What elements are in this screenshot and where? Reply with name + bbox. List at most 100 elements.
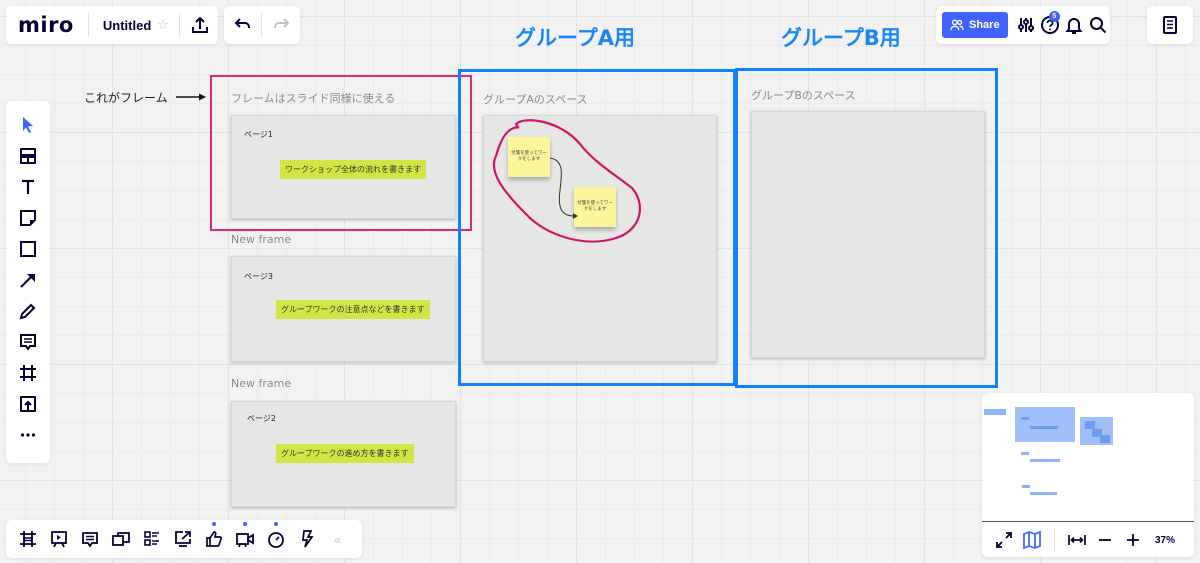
frame-note[interactable]: ワークショップ全体の流れを書きます [280,160,426,179]
bell-icon [1065,18,1083,34]
presentation-icon [50,531,67,548]
lightning-icon [301,530,314,548]
frame-tool[interactable] [12,357,44,388]
timer-button[interactable] [260,522,291,555]
comments-icon [81,532,98,548]
collapse-toolbar-button[interactable]: « [322,523,353,555]
text-icon [22,179,34,194]
group-a-heading[interactable]: グループA用 [515,22,635,52]
cursor-icon [23,116,33,133]
group-b-heading[interactable]: グループB用 [781,22,901,52]
undo-icon [234,18,250,28]
minimap-item [1030,426,1058,429]
more-tools-button[interactable] [12,419,44,450]
upload-icon [191,16,208,33]
minimap-item [1021,452,1029,455]
text-tool[interactable] [12,171,44,202]
comments-button[interactable] [74,523,105,555]
cards-icon [111,532,130,546]
select-tool[interactable] [12,109,44,140]
creation-toolbar [6,101,50,463]
board-header: miro Untitled ☆ [6,6,218,44]
redo-icon [274,18,290,28]
frame-title[interactable]: New frame [231,377,291,390]
star-icon[interactable]: ☆ [157,17,169,33]
frames-button[interactable] [12,523,43,555]
document-icon [1163,16,1177,34]
zoom-controls: 37% [982,521,1194,558]
frame-icon [20,364,36,381]
share-button[interactable]: Share [942,12,1008,38]
video-camera-icon [235,533,254,548]
frame-page-3[interactable]: ページ3 グループワークの注意点などを書きます [231,256,456,362]
presentation-button[interactable] [43,523,74,555]
annotation-arrow-icon [176,93,206,101]
fit-width-icon [1068,535,1086,545]
board-title[interactable]: Untitled [103,18,151,33]
pen-tool[interactable] [12,295,44,326]
video-chat-button[interactable] [229,522,260,555]
zoom-in-button[interactable] [1119,524,1147,556]
notes-button[interactable] [1154,9,1186,41]
frame-note[interactable]: グループワークの進め方を書きます [276,444,414,463]
frame-title[interactable]: New frame [231,233,291,246]
comment-tool[interactable] [12,326,44,357]
collaboration-bar: Share 5 [936,6,1110,44]
miro-logo[interactable]: miro [18,13,74,37]
sticky-note-icon [20,209,36,226]
comment-icon [20,333,36,351]
minimap-item [1085,421,1095,429]
page-label: ページ1 [244,130,273,139]
frame-page-2[interactable]: ページ2 グループワークの進め方を書きます [231,401,456,507]
cards-button[interactable] [105,523,136,555]
sticky-note-tool[interactable] [12,202,44,233]
notifications-button[interactable] [1062,9,1086,41]
zoom-out-button[interactable] [1091,524,1119,556]
group-b-frame[interactable] [751,111,985,358]
redo-button[interactable] [266,9,298,41]
kanban-button[interactable] [136,523,167,555]
screen-share-icon [174,531,191,547]
frame-page-1[interactable]: ページ1 ワークショップ全体の流れを書きます [231,115,456,219]
fullscreen-button[interactable] [990,524,1018,556]
list-icon [143,531,159,546]
fit-to-screen-button[interactable] [1063,524,1091,556]
notification-badge: 5 [1048,11,1060,22]
share-label: Share [969,19,1000,31]
settings-button[interactable] [1014,9,1038,41]
connection-line-tool[interactable] [12,264,44,295]
group-b-frame-title[interactable]: グループBのスペース [751,87,856,103]
shape-tool[interactable] [12,233,44,264]
notes-panel [1147,6,1193,44]
upload-icon [20,395,36,412]
undo-button[interactable] [226,9,258,41]
zoom-level[interactable]: 37% [1155,535,1175,546]
search-button[interactable] [1086,9,1110,41]
activity-dot [211,522,216,526]
integrations-button[interactable] [291,523,322,555]
templates-tool[interactable] [12,140,44,171]
timer-icon [267,532,284,548]
minimap-item [1030,459,1060,462]
export-button[interactable] [184,9,216,41]
frame-title[interactable]: フレームはスライド同様に使える [231,90,395,106]
minimap-canvas[interactable] [982,393,1194,519]
frames-icon [19,531,36,547]
search-icon [1089,17,1107,34]
screen-share-button[interactable] [167,523,198,555]
minimap-toggle-button[interactable] [1018,524,1046,556]
activity-dot [273,522,278,526]
help-button[interactable]: 5 [1038,9,1062,41]
upload-tool[interactable] [12,388,44,419]
templates-icon [20,147,36,164]
group-a-frame[interactable]: 付箋を使ってワークをします 付箋を使ってワークをします [483,115,717,362]
users-icon [950,19,964,31]
activity-dot [242,522,247,526]
frame-note[interactable]: グループワークの注意点などを書きます [276,300,430,319]
annotation-label: これがフレーム [84,91,168,105]
undo-redo-panel [224,6,300,44]
minimap-item [1030,492,1057,495]
expand-icon [996,532,1012,548]
voting-button[interactable] [198,522,229,555]
group-a-frame-title[interactable]: グループAのスペース [483,91,588,107]
